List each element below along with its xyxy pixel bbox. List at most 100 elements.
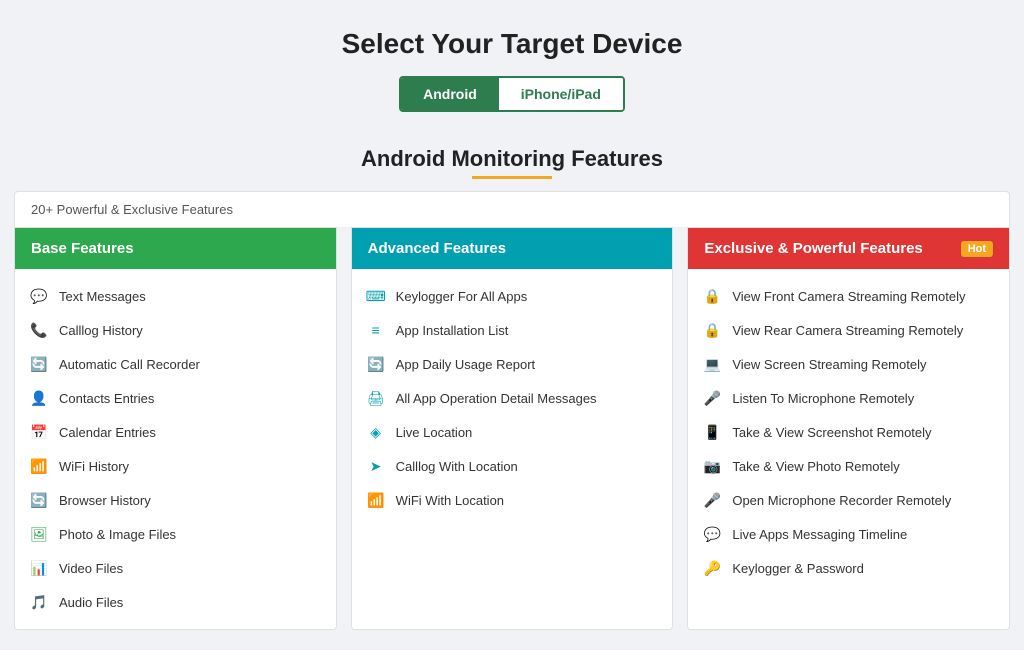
header: Select Your Target Device Android iPhone… (0, 0, 1024, 128)
front-camera-icon: 🔒 (702, 286, 722, 306)
list-item: 🎤 Open Microphone Recorder Remotely (688, 483, 1009, 517)
android-tab[interactable]: Android (401, 78, 499, 110)
record-icon: 🔄 (29, 354, 49, 374)
yellow-underline (472, 176, 552, 179)
rear-camera-icon: 🔒 (702, 320, 722, 340)
item-label: Calllog With Location (396, 459, 518, 474)
list-item: 📶 WiFi History (15, 449, 336, 483)
messaging-icon: 💬 (702, 524, 722, 544)
item-label: Contacts Entries (59, 391, 154, 406)
item-label: Video Files (59, 561, 123, 576)
item-label: Live Location (396, 425, 473, 440)
page-title: Select Your Target Device (20, 28, 1004, 60)
applist-icon: ≡ (366, 320, 386, 340)
page-wrapper: Select Your Target Device Android iPhone… (0, 0, 1024, 650)
list-item: 🔒 View Rear Camera Streaming Remotely (688, 313, 1009, 347)
list-item: 💬 Live Apps Messaging Timeline (688, 517, 1009, 551)
item-label: WiFi History (59, 459, 129, 474)
list-item: 💻 View Screen Streaming Remotely (688, 347, 1009, 381)
item-label: Open Microphone Recorder Remotely (732, 493, 951, 508)
location-icon: ◈ (366, 422, 386, 442)
list-item: 💬 Text Messages (15, 279, 336, 313)
feature-badge-bar: 20+ Powerful & Exclusive Features (14, 191, 1010, 227)
item-label: Take & View Photo Remotely (732, 459, 899, 474)
base-features-title: Base Features (31, 240, 134, 257)
base-features-column: Base Features 💬 Text Messages 📞 Calllog … (14, 227, 337, 630)
list-item: 📷 Take & View Photo Remotely (688, 449, 1009, 483)
microphone-icon: 🎤 (702, 388, 722, 408)
list-item: 📞 Calllog History (15, 313, 336, 347)
audio-icon: 🎵 (29, 592, 49, 612)
video-icon: 📊 (29, 558, 49, 578)
list-item: 🔄 App Daily Usage Report (352, 347, 673, 381)
list-item: ➤ Calllog With Location (352, 449, 673, 483)
item-label: Listen To Microphone Remotely (732, 391, 914, 406)
hot-badge: Hot (961, 241, 993, 257)
list-item: 🔑 Keylogger & Password (688, 551, 1009, 585)
list-item: ◈ Live Location (352, 415, 673, 449)
section-title: Android Monitoring Features (0, 146, 1024, 172)
browser-icon: 🔄 (29, 490, 49, 510)
item-label: View Front Camera Streaming Remotely (732, 289, 965, 304)
usage-icon: 🔄 (366, 354, 386, 374)
item-label: All App Operation Detail Messages (396, 391, 597, 406)
base-features-header: Base Features (15, 228, 336, 269)
advanced-features-column: Advanced Features ⌨ Keylogger For All Ap… (351, 227, 674, 630)
list-item: ≡ App Installation List (352, 313, 673, 347)
photo-icon: 🖼 (29, 524, 49, 544)
advanced-features-title: Advanced Features (368, 240, 506, 257)
list-item: 🎵 Audio Files (15, 585, 336, 619)
keylogger-icon: ⌨ (366, 286, 386, 306)
item-label: App Daily Usage Report (396, 357, 535, 372)
list-item: ⌨ Keylogger For All Apps (352, 279, 673, 313)
badge-text: 20+ Powerful & Exclusive Features (31, 202, 233, 217)
item-label: Calendar Entries (59, 425, 156, 440)
list-item: 📊 Video Files (15, 551, 336, 585)
item-label: Take & View Screenshot Remotely (732, 425, 931, 440)
exclusive-features-column: Exclusive & Powerful Features Hot 🔒 View… (687, 227, 1010, 630)
screen-stream-icon: 💻 (702, 354, 722, 374)
message-icon: 💬 (29, 286, 49, 306)
exclusive-features-title: Exclusive & Powerful Features (704, 240, 922, 257)
messages-icon: 🖨 (366, 388, 386, 408)
take-photo-icon: 📷 (702, 456, 722, 476)
mic-recorder-icon: 🎤 (702, 490, 722, 510)
advanced-features-header: Advanced Features (352, 228, 673, 269)
item-label: Live Apps Messaging Timeline (732, 527, 907, 542)
list-item: 👤 Contacts Entries (15, 381, 336, 415)
iphone-tab[interactable]: iPhone/iPad (499, 78, 623, 110)
item-label: Automatic Call Recorder (59, 357, 200, 372)
feature-columns: Base Features 💬 Text Messages 📞 Calllog … (0, 227, 1024, 650)
list-item: 🎤 Listen To Microphone Remotely (688, 381, 1009, 415)
contact-icon: 👤 (29, 388, 49, 408)
calllog-loc-icon: ➤ (366, 456, 386, 476)
list-item: 🔄 Browser History (15, 483, 336, 517)
exclusive-features-list: 🔒 View Front Camera Streaming Remotely 🔒… (688, 269, 1009, 595)
exclusive-features-header: Exclusive & Powerful Features Hot (688, 228, 1009, 269)
item-label: View Rear Camera Streaming Remotely (732, 323, 963, 338)
list-item: 📱 Take & View Screenshot Remotely (688, 415, 1009, 449)
item-label: App Installation List (396, 323, 509, 338)
item-label: WiFi With Location (396, 493, 504, 508)
wifi-icon: 📶 (29, 456, 49, 476)
device-tab-group: Android iPhone/iPad (399, 76, 625, 112)
list-item: 🖨 All App Operation Detail Messages (352, 381, 673, 415)
phone-icon: 📞 (29, 320, 49, 340)
advanced-features-list: ⌨ Keylogger For All Apps ≡ App Installat… (352, 269, 673, 527)
item-label: Text Messages (59, 289, 146, 304)
list-item: 🔒 View Front Camera Streaming Remotely (688, 279, 1009, 313)
item-label: Photo & Image Files (59, 527, 176, 542)
item-label: Keylogger & Password (732, 561, 864, 576)
item-label: Keylogger For All Apps (396, 289, 528, 304)
screenshot-icon: 📱 (702, 422, 722, 442)
base-features-list: 💬 Text Messages 📞 Calllog History 🔄 Auto… (15, 269, 336, 629)
keylogger-pass-icon: 🔑 (702, 558, 722, 578)
wifi-loc-icon: 📶 (366, 490, 386, 510)
list-item: 📅 Calendar Entries (15, 415, 336, 449)
list-item: 🔄 Automatic Call Recorder (15, 347, 336, 381)
list-item: 🖼 Photo & Image Files (15, 517, 336, 551)
section-title-area: Android Monitoring Features (0, 146, 1024, 179)
item-label: Browser History (59, 493, 151, 508)
list-item: 📶 WiFi With Location (352, 483, 673, 517)
item-label: Audio Files (59, 595, 123, 610)
